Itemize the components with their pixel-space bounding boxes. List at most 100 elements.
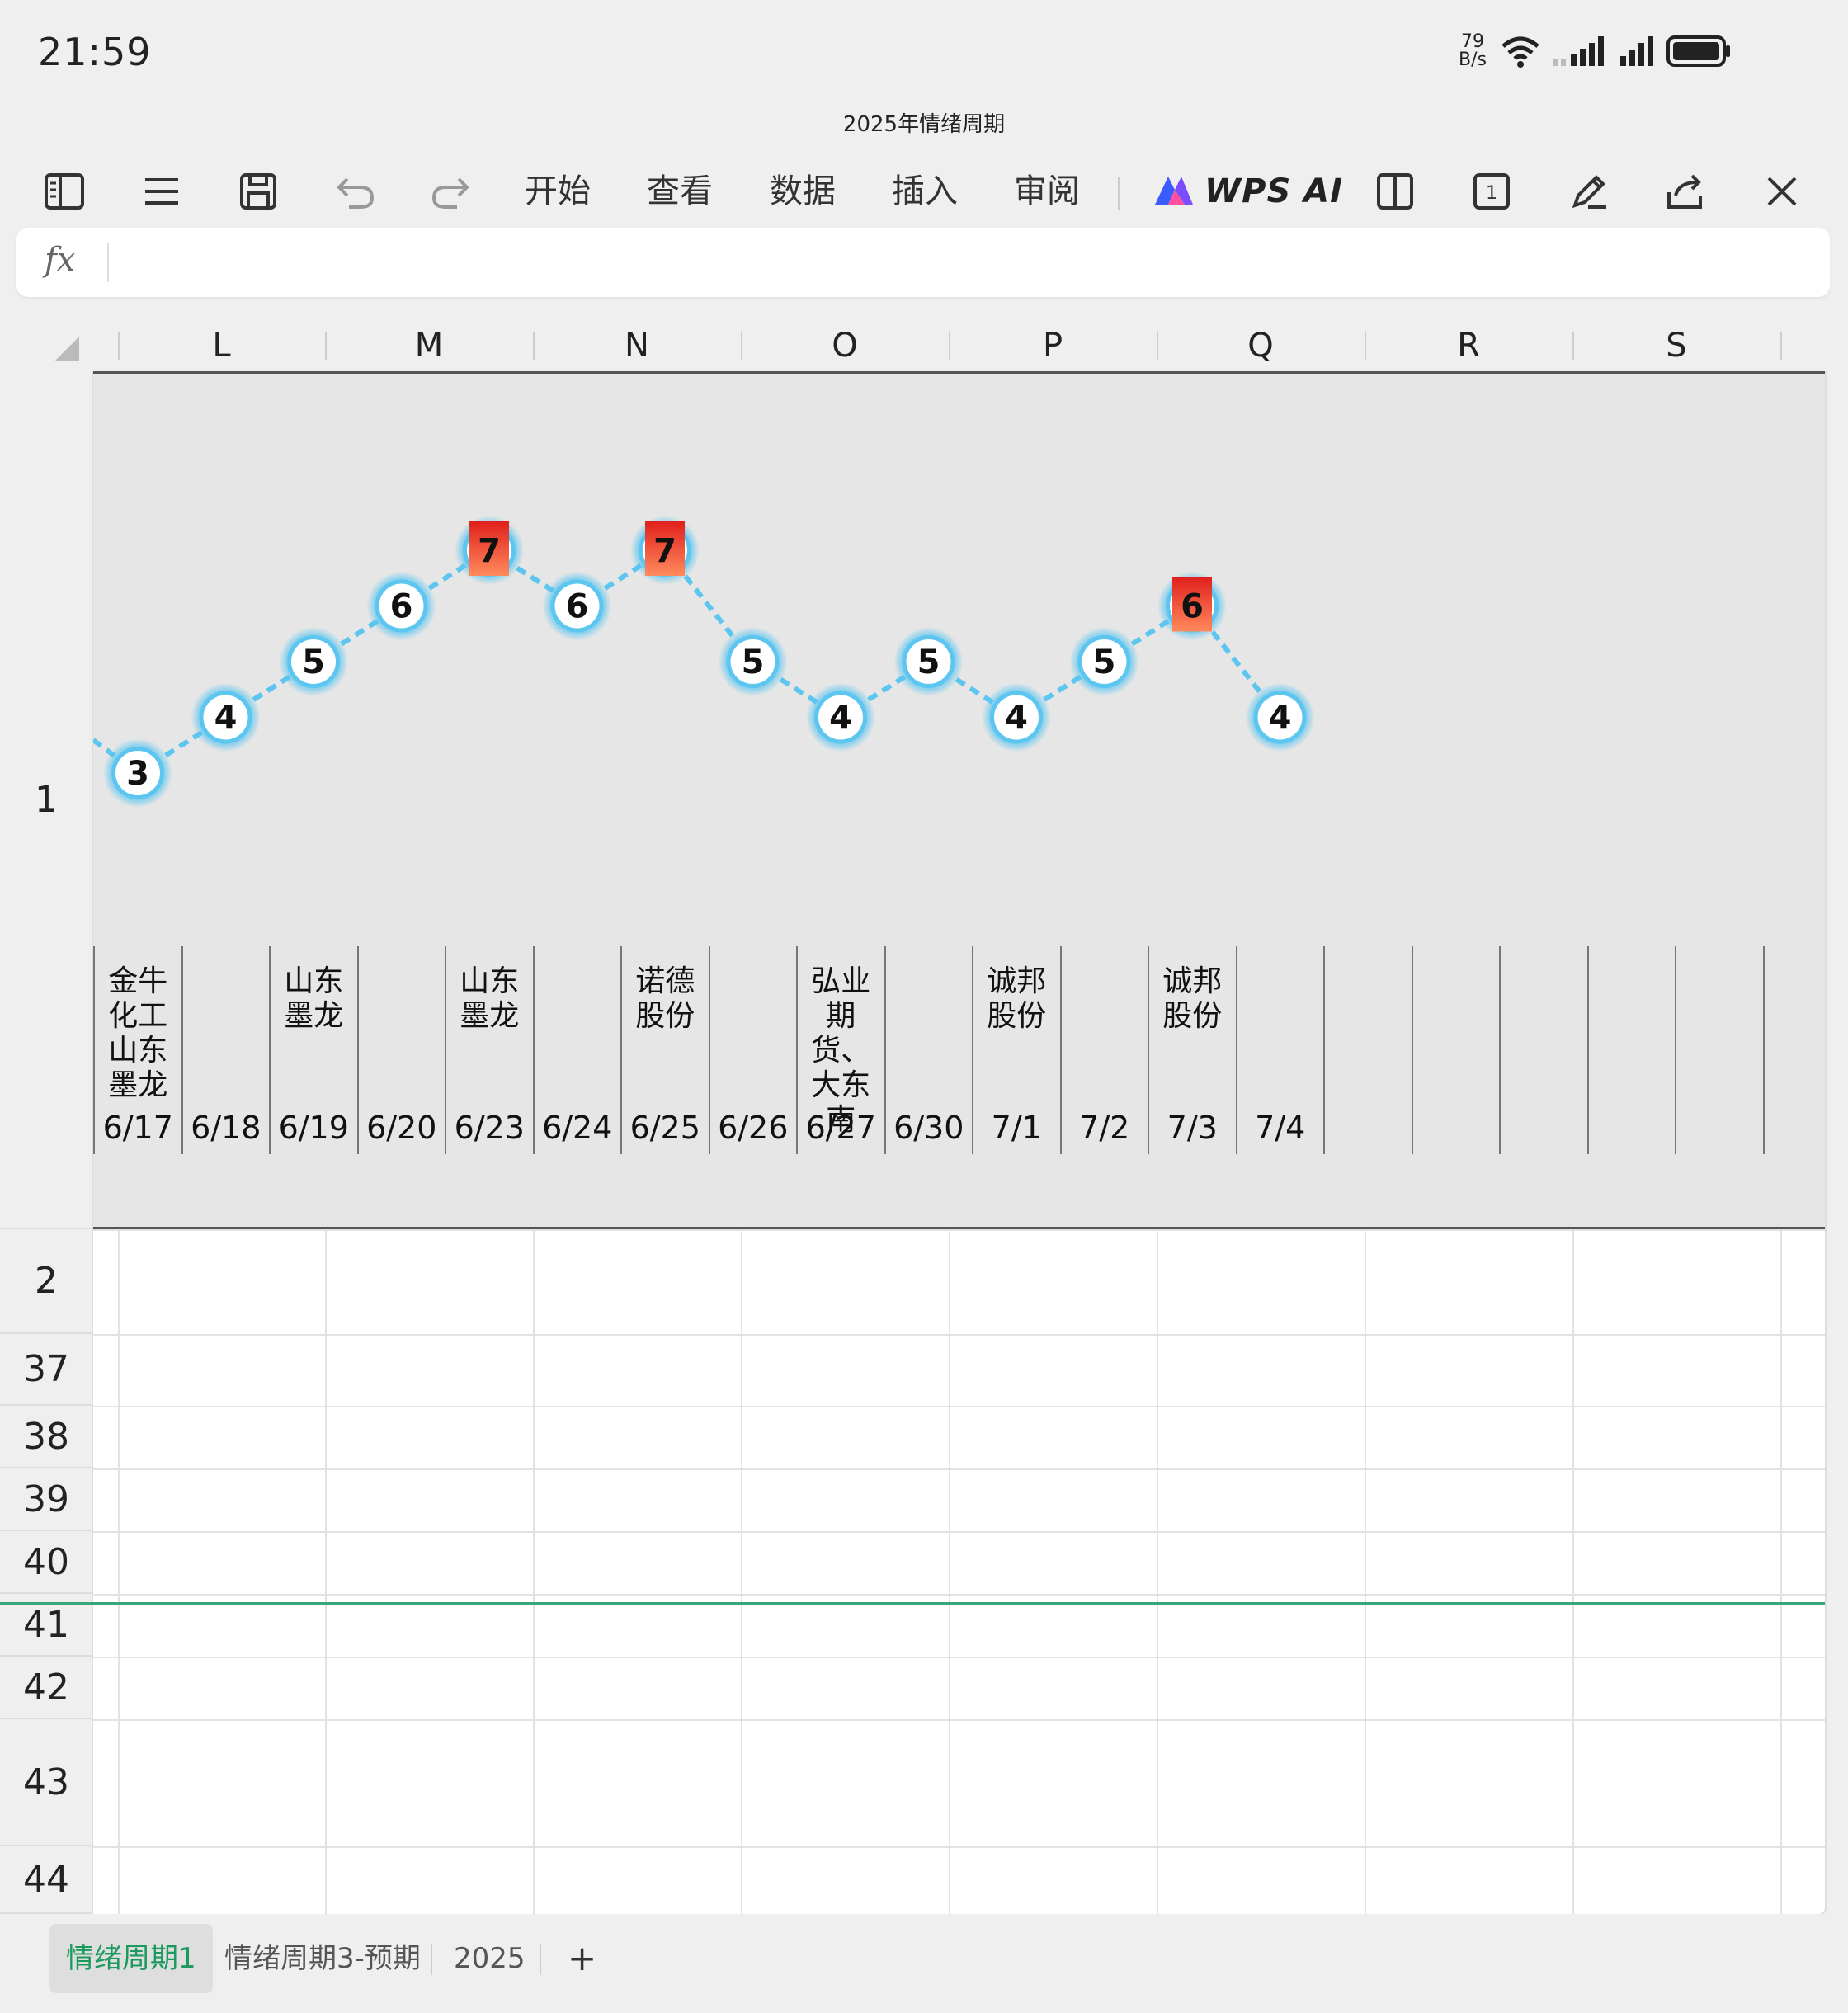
date-label: 6/30: [893, 1110, 964, 1146]
undo-icon[interactable]: [330, 170, 380, 213]
formula-input[interactable]: [124, 239, 1810, 287]
column-divider: [533, 332, 535, 360]
date-label: 6/17: [102, 1110, 173, 1146]
split-view-icon[interactable]: [1370, 170, 1420, 213]
label-cell: 6/30: [884, 946, 973, 1154]
column-divider: [741, 332, 742, 360]
sheet-tab-emotion-cycle-1[interactable]: 情绪周期1: [50, 1924, 213, 1993]
label-cell: [1499, 946, 1587, 1154]
share-icon[interactable]: [1661, 170, 1710, 213]
column-header-m[interactable]: M: [325, 320, 533, 371]
page-1-icon[interactable]: 1: [1467, 170, 1516, 213]
chart-area[interactable]: 3 4 5 6 7 6 7 5 4 5 4 5 6 4 金牛 化工 山东 墨龙 6/17 6/18 山东 墨龙 6…: [93, 371, 1825, 1229]
stock-label: 诚邦 股份: [1162, 964, 1223, 1033]
column-header-o[interactable]: O: [741, 320, 949, 371]
data-point-6-20: 6: [366, 571, 436, 641]
data-label: 6: [1181, 588, 1204, 626]
row-header-39[interactable]: 39: [0, 1468, 92, 1531]
formula-bar: fx: [16, 228, 1830, 297]
document-title: 2025年情绪周期: [842, 112, 1006, 137]
label-cell: [1675, 946, 1763, 1154]
grid-column-line: [949, 1229, 950, 1914]
date-label: 6/23: [454, 1110, 525, 1146]
date-label: 7/3: [1167, 1110, 1218, 1146]
grid-row-line: [93, 1846, 1825, 1848]
pen-icon[interactable]: [1564, 170, 1614, 213]
cell-grid[interactable]: 3 4 5 6 7 6 7 5 4 5 4 5 6 4 金牛 化工 山东 墨龙 6/17 6/18 山东 墨龙 6…: [93, 371, 1827, 1916]
data-label: 5: [917, 644, 940, 681]
signal-icon: [1619, 33, 1658, 73]
label-cell: 6/18: [181, 946, 270, 1154]
row-header-37[interactable]: 37: [0, 1334, 92, 1406]
label-cell: [1411, 946, 1500, 1154]
column-header-p[interactable]: P: [949, 320, 1157, 371]
row-header-43[interactable]: 43: [0, 1719, 92, 1846]
close-icon[interactable]: [1757, 170, 1807, 213]
date-label: 6/24: [542, 1110, 613, 1146]
tab-start[interactable]: 开始: [525, 170, 591, 213]
tab-review[interactable]: 审阅: [1014, 170, 1080, 213]
wps-ai-logo-icon: [1152, 172, 1198, 211]
sheet-tab-2025[interactable]: 2025: [437, 1924, 542, 1993]
grid-column-line: [118, 1229, 120, 1914]
redo-icon[interactable]: [427, 170, 476, 213]
data-point-7-3: 6: [1157, 571, 1227, 641]
data-label: 4: [1269, 700, 1292, 738]
grid-column-line: [533, 1229, 535, 1914]
save-icon[interactable]: [233, 170, 283, 213]
add-sheet-button[interactable]: +: [551, 1924, 613, 1993]
grid-column-line: [1157, 1229, 1158, 1914]
emotion-cycle-chart: 3 4 5 6 7 6 7 5 4 5 4 5 6 4: [93, 516, 1315, 808]
toolbar-divider: [1118, 177, 1120, 210]
freeze-pane-line: [0, 1602, 1825, 1605]
label-cell: 7/2: [1059, 946, 1148, 1154]
grid-row-line: [93, 1531, 1825, 1533]
row-header-2[interactable]: 2: [0, 1229, 92, 1334]
tab-data[interactable]: 数据: [770, 170, 836, 213]
column-divider: [1780, 332, 1782, 360]
tab-view[interactable]: 查看: [647, 170, 713, 213]
label-cell: [1586, 946, 1676, 1154]
tab-divider: [431, 1944, 432, 1975]
data-label: 6: [566, 588, 589, 626]
label-cell: 山东 墨龙 6/19: [269, 946, 357, 1154]
row-header-40[interactable]: 40: [0, 1531, 92, 1594]
label-cell: 6/26: [708, 946, 797, 1154]
grid-row-line: [93, 1334, 1825, 1336]
data-point-6-27: 4: [806, 682, 875, 752]
row-header-42[interactable]: 42: [0, 1657, 92, 1719]
data-point-7-1: 4: [982, 682, 1051, 752]
grid-column-line: [741, 1229, 742, 1914]
column-header-r[interactable]: R: [1365, 320, 1572, 371]
column-divider: [1365, 332, 1366, 360]
battery-icon: [1666, 33, 1732, 73]
grid-row-line: [93, 1406, 1825, 1407]
wps-ai-label: WPS AI: [1204, 172, 1344, 210]
wps-ai-button[interactable]: WPS AI: [1152, 170, 1343, 213]
row-header-38[interactable]: 38: [0, 1406, 92, 1468]
sidebar-icon[interactable]: [40, 170, 89, 213]
label-cell: 诺德 股份 6/25: [620, 946, 709, 1154]
stock-label: 金牛 化工 山东 墨龙: [108, 964, 168, 1102]
column-header-q[interactable]: Q: [1157, 320, 1365, 371]
stock-label: 山东 墨龙: [460, 964, 520, 1033]
network-speed-value: 79: [1460, 31, 1484, 52]
sheet-tab-emotion-cycle-3[interactable]: 情绪周期3-预期: [208, 1924, 437, 1993]
column-header-n[interactable]: N: [533, 320, 741, 371]
row-header-44[interactable]: 44: [0, 1846, 92, 1914]
column-divider: [325, 332, 327, 360]
date-label: 6/19: [278, 1110, 349, 1146]
column-header-s[interactable]: S: [1572, 320, 1780, 371]
menu-icon[interactable]: [137, 170, 186, 213]
grid-column-line: [1572, 1229, 1574, 1914]
grid-row-line: [93, 1657, 1825, 1658]
tab-insert[interactable]: 插入: [892, 170, 958, 213]
column-header-l[interactable]: L: [118, 320, 325, 371]
label-cell: 弘业 期货、 大东 南 6/27: [796, 946, 884, 1154]
select-all-corner[interactable]: [54, 337, 79, 361]
column-divider: [118, 332, 120, 360]
data-label: 5: [302, 644, 325, 681]
data-point-7-2: 5: [1069, 627, 1139, 696]
data-label: 7: [478, 532, 501, 570]
row-header-1[interactable]: 1: [0, 371, 92, 1229]
